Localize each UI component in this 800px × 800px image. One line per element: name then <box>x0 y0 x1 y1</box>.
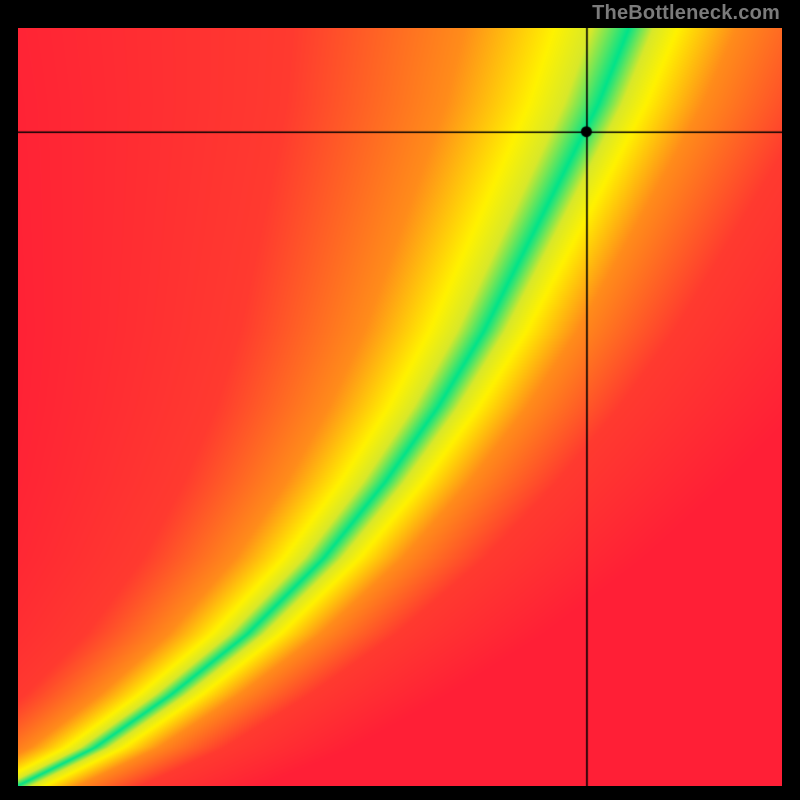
bottleneck-heatmap <box>18 28 782 786</box>
attribution-label: TheBottleneck.com <box>592 2 780 25</box>
chart-container: TheBottleneck.com <box>0 0 800 800</box>
